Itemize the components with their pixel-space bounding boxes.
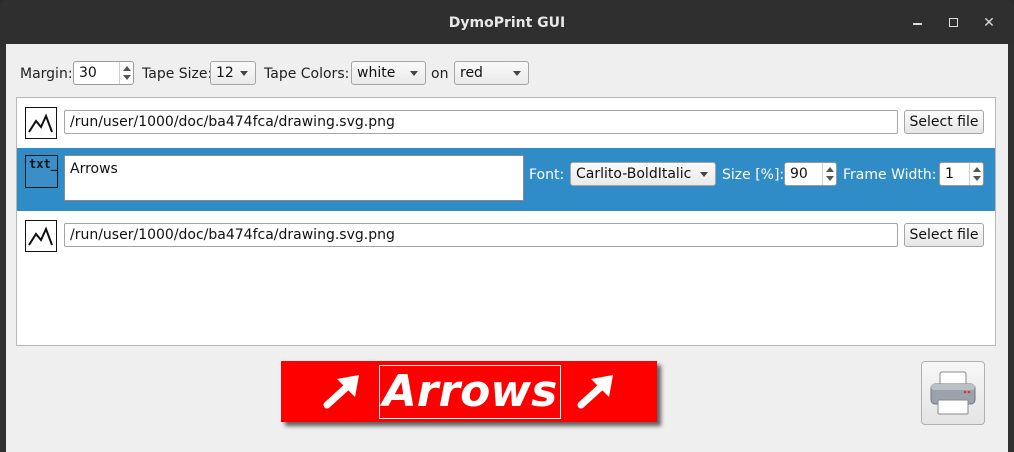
close-icon: ✕ bbox=[983, 15, 995, 31]
list-item-selected[interactable]: txt_ Arrows Font: Carlito-BoldItalic Siz… bbox=[17, 148, 995, 211]
image-path-value: /run/user/1000/doc/ba474fca/drawing.svg.… bbox=[70, 227, 395, 243]
minimize-icon bbox=[913, 23, 922, 25]
chevron-down-icon bbox=[410, 71, 418, 76]
increment-icon[interactable] bbox=[973, 167, 981, 172]
list-item[interactable]: /run/user/1000/doc/ba474fca/drawing.svg.… bbox=[17, 211, 995, 263]
select-file-button[interactable]: Select file bbox=[904, 223, 984, 247]
frame-width-label: Frame Width: bbox=[843, 167, 937, 183]
chevron-down-icon bbox=[700, 172, 708, 177]
label-text-value: Arrows bbox=[70, 161, 118, 177]
frame-width-spinbox[interactable]: 1 bbox=[939, 162, 984, 186]
decrement-icon[interactable] bbox=[826, 176, 834, 181]
tape-foreground-value: white bbox=[357, 65, 396, 81]
image-path-field[interactable]: /run/user/1000/doc/ba474fca/drawing.svg.… bbox=[64, 110, 898, 134]
decrement-icon[interactable] bbox=[973, 176, 981, 181]
decrement-icon[interactable] bbox=[123, 75, 131, 80]
text-icon-label: txt_ bbox=[29, 157, 58, 171]
tape-background-select[interactable]: red bbox=[454, 61, 529, 85]
image-path-value: /run/user/1000/doc/ba474fca/drawing.svg.… bbox=[70, 114, 395, 130]
tape-foreground-select[interactable]: white bbox=[351, 61, 426, 85]
margin-label: Margin: bbox=[20, 66, 73, 82]
label-preview: Arrows bbox=[281, 361, 657, 422]
arrow-up-right-icon bbox=[323, 375, 359, 409]
on-label: on bbox=[431, 66, 449, 82]
minimize-button[interactable] bbox=[909, 14, 927, 32]
select-file-button[interactable]: Select file bbox=[904, 110, 984, 134]
window-title: DymoPrint GUI bbox=[448, 15, 566, 31]
chevron-down-icon bbox=[240, 71, 248, 76]
printer-icon bbox=[930, 371, 976, 415]
image-path-field[interactable]: /run/user/1000/doc/ba474fca/drawing.svg.… bbox=[64, 223, 898, 247]
increment-icon[interactable] bbox=[123, 66, 131, 71]
tape-colors-label: Tape Colors: bbox=[264, 66, 350, 82]
main-content: Margin: 30 Tape Size: 12 Tape Colors: wh… bbox=[6, 44, 1008, 452]
font-label: Font: bbox=[529, 167, 565, 183]
app-window: DymoPrint GUI ✕ Margin: 30 Tape Size: 12… bbox=[0, 0, 1014, 452]
tape-size-value: 12 bbox=[216, 65, 234, 81]
text-icon: txt_ bbox=[25, 155, 58, 188]
font-value: Carlito-BoldItalic bbox=[576, 166, 692, 182]
tape-background-value: red bbox=[460, 65, 483, 81]
increment-icon[interactable] bbox=[826, 167, 834, 172]
list-item[interactable]: /run/user/1000/doc/ba474fca/drawing.svg.… bbox=[17, 98, 995, 148]
preview-text-frame: Arrows bbox=[379, 365, 561, 419]
label-items-list[interactable]: /run/user/1000/doc/ba474fca/drawing.svg.… bbox=[16, 97, 996, 346]
size-spinbox[interactable]: 90 bbox=[784, 162, 837, 186]
title-bar: DymoPrint GUI ✕ bbox=[0, 0, 1014, 44]
picture-icon bbox=[25, 220, 57, 252]
picture-icon bbox=[25, 107, 57, 139]
maximize-icon bbox=[949, 18, 958, 27]
tape-size-select[interactable]: 12 bbox=[210, 61, 256, 85]
frame-width-value: 1 bbox=[945, 166, 954, 182]
label-text-field[interactable]: Arrows bbox=[64, 155, 524, 201]
arrow-up-right-icon bbox=[577, 375, 613, 409]
print-button[interactable] bbox=[921, 361, 985, 425]
preview-text: Arrows bbox=[382, 366, 558, 417]
font-select[interactable]: Carlito-BoldItalic bbox=[570, 162, 716, 186]
size-value: 90 bbox=[790, 166, 808, 182]
chevron-down-icon bbox=[513, 71, 521, 76]
margin-spinbox[interactable]: 30 bbox=[73, 61, 134, 85]
margin-value: 30 bbox=[79, 65, 97, 81]
size-label: Size [%]: bbox=[722, 167, 785, 183]
tape-size-label: Tape Size: bbox=[142, 66, 213, 82]
maximize-button[interactable] bbox=[945, 14, 963, 32]
close-button[interactable]: ✕ bbox=[980, 14, 998, 32]
